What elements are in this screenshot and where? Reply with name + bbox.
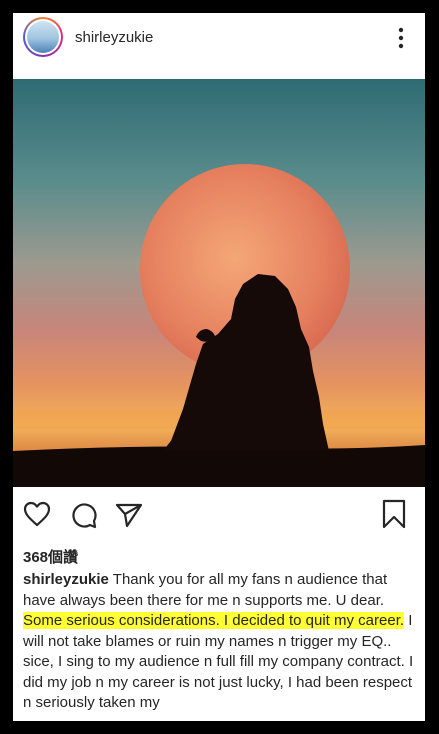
- comment-icon[interactable]: [70, 501, 98, 534]
- bookmark-icon[interactable]: [381, 499, 407, 534]
- post-caption: shirleyzukie Thank you for all my fans n…: [23, 570, 415, 714]
- send-icon[interactable]: [115, 501, 143, 534]
- post-header: shirleyzukie: [13, 13, 425, 79]
- post-photo[interactable]: [13, 79, 425, 487]
- avatar[interactable]: [23, 17, 63, 57]
- likes-count[interactable]: 368個讚: [23, 546, 78, 567]
- avatar-image: [27, 21, 59, 53]
- heart-icon[interactable]: [23, 501, 51, 532]
- caption-highlight: Some serious considerations. I decided t…: [23, 612, 405, 629]
- more-vertical-icon[interactable]: [395, 26, 407, 50]
- caption-username[interactable]: shirleyzukie: [23, 571, 109, 588]
- post-actions: [13, 487, 425, 543]
- avatar-border: [25, 19, 61, 55]
- post-card: shirleyzukie 368個讚 shirleyzukie Thank yo…: [13, 13, 425, 721]
- post-username[interactable]: shirleyzukie: [75, 29, 153, 46]
